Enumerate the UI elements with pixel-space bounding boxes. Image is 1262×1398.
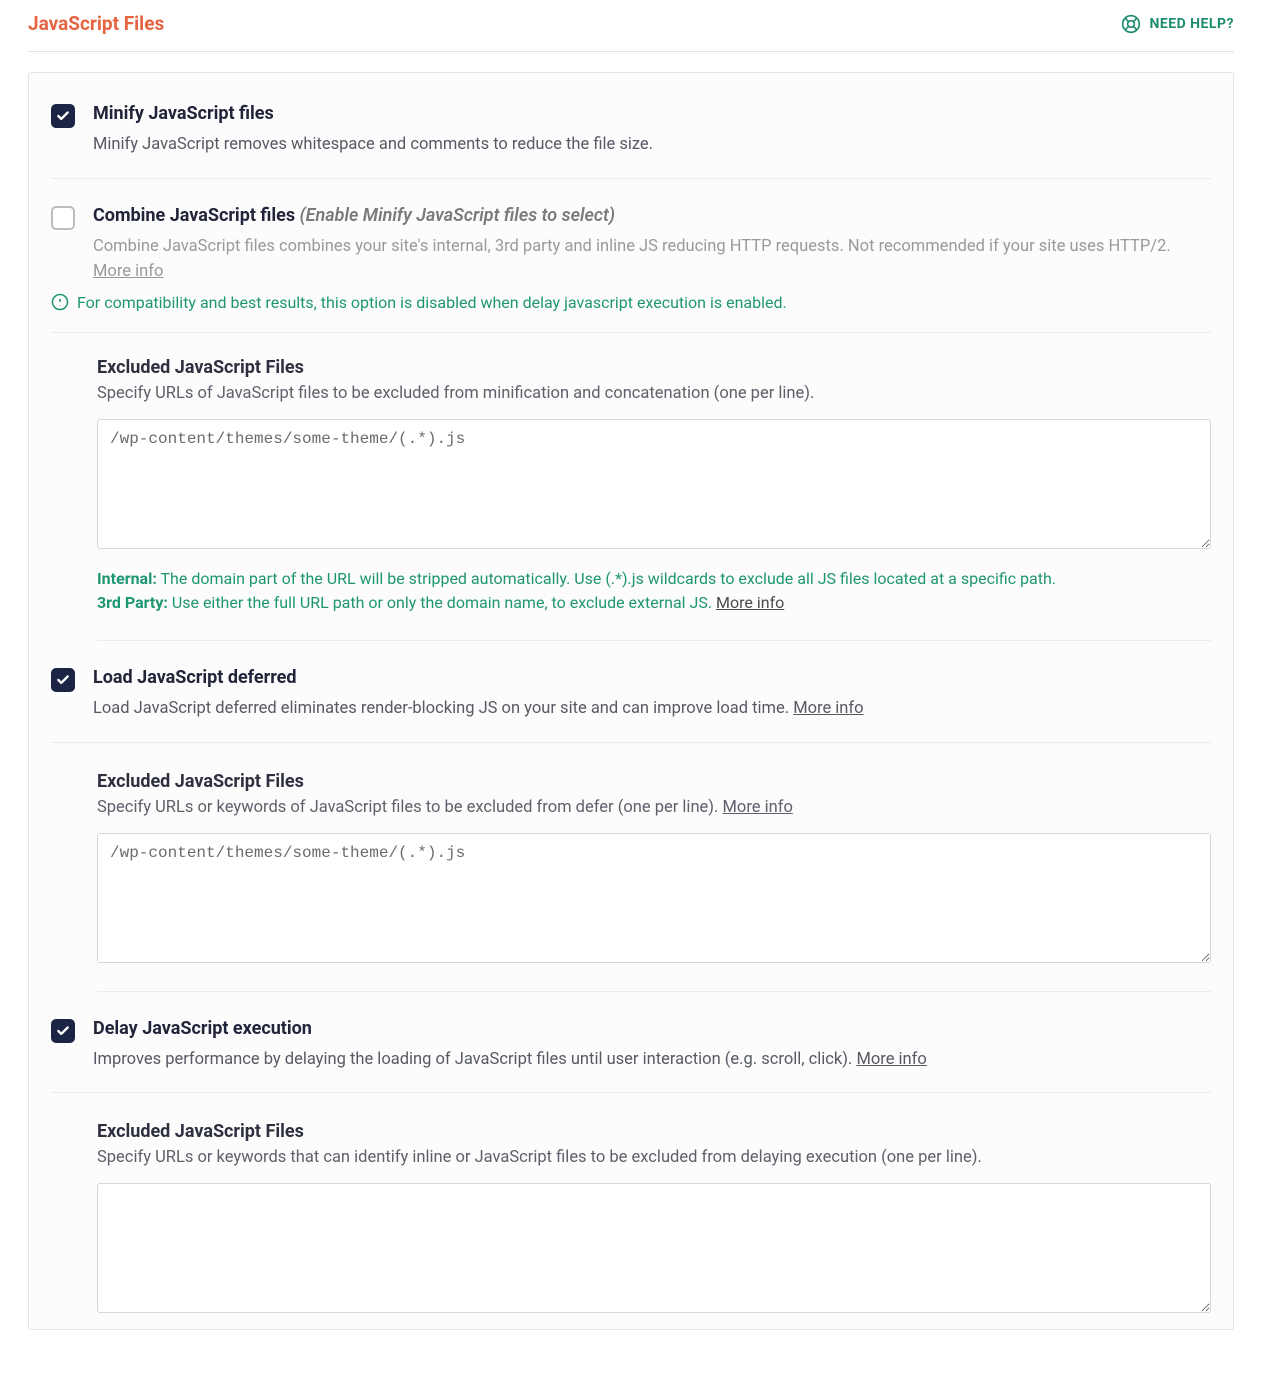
info-icon [51, 293, 69, 311]
minify-js-title: Minify JavaScript files [93, 103, 1211, 124]
combine-js-title-note: (Enable Minify JavaScript files to selec… [300, 205, 615, 226]
defer-js-checkbox[interactable] [51, 668, 75, 692]
excluded-delay-section: Excluded JavaScript Files Specify URLs o… [97, 1115, 1211, 1317]
combine-js-desc: Combine JavaScript files combines your s… [93, 234, 1211, 285]
combine-disabled-notice: For compatibility and best results, this… [51, 293, 1211, 333]
combine-notice-text: For compatibility and best results, this… [77, 293, 787, 312]
excluded-minify-title: Excluded JavaScript Files [97, 357, 1211, 378]
excluded-minify-more-info-link[interactable]: More info [716, 593, 784, 612]
minify-js-desc: Minify JavaScript removes whitespace and… [93, 132, 1211, 158]
excluded-defer-textarea[interactable] [97, 833, 1211, 963]
excluded-defer-more-info-link[interactable]: More info [723, 798, 793, 817]
option-defer-js: Load JavaScript deferred Load JavaScript… [51, 663, 1211, 743]
combine-js-checkbox[interactable] [51, 206, 75, 230]
excluded-defer-section: Excluded JavaScript Files Specify URLs o… [97, 765, 1211, 992]
delay-more-info-link[interactable]: More info [856, 1050, 926, 1069]
excluded-defer-title: Excluded JavaScript Files [97, 771, 1211, 792]
section-header: JavaScript Files NEED HELP? [28, 0, 1234, 52]
excluded-minify-textarea[interactable] [97, 419, 1211, 549]
combine-js-title: Combine JavaScript files (Enable Minify … [93, 205, 1211, 226]
option-minify-js: Minify JavaScript files Minify JavaScrip… [51, 99, 1211, 179]
excluded-delay-textarea[interactable] [97, 1183, 1211, 1313]
excluded-delay-title: Excluded JavaScript Files [97, 1121, 1211, 1142]
defer-more-info-link[interactable]: More info [793, 699, 863, 718]
option-delay-js: Delay JavaScript execution Improves perf… [51, 1014, 1211, 1094]
delay-js-checkbox[interactable] [51, 1019, 75, 1043]
excluded-minify-hint: Internal: The domain part of the URL wil… [97, 567, 1211, 617]
excluded-minify-desc: Specify URLs of JavaScript files to be e… [97, 384, 1211, 403]
option-combine-js: Combine JavaScript files (Enable Minify … [51, 201, 1211, 293]
settings-panel: Minify JavaScript files Minify JavaScrip… [28, 72, 1234, 1330]
section-title: JavaScript Files [28, 12, 164, 35]
need-help-link[interactable]: NEED HELP? [1121, 14, 1234, 34]
need-help-label: NEED HELP? [1149, 16, 1234, 32]
excluded-delay-desc: Specify URLs or keywords that can identi… [97, 1148, 1211, 1167]
delay-js-title: Delay JavaScript execution [93, 1018, 1211, 1039]
combine-js-title-main: Combine JavaScript files [93, 205, 295, 226]
excluded-minify-section: Excluded JavaScript Files Specify URLs o… [97, 351, 1211, 642]
combine-more-info-link[interactable]: More info [93, 262, 163, 281]
defer-js-desc: Load JavaScript deferred eliminates rend… [93, 696, 1211, 722]
defer-js-title: Load JavaScript deferred [93, 667, 1211, 688]
delay-js-desc: Improves performance by delaying the loa… [93, 1047, 1211, 1073]
excluded-defer-desc: Specify URLs or keywords of JavaScript f… [97, 798, 1211, 817]
minify-js-checkbox[interactable] [51, 104, 75, 128]
help-icon [1121, 14, 1141, 34]
